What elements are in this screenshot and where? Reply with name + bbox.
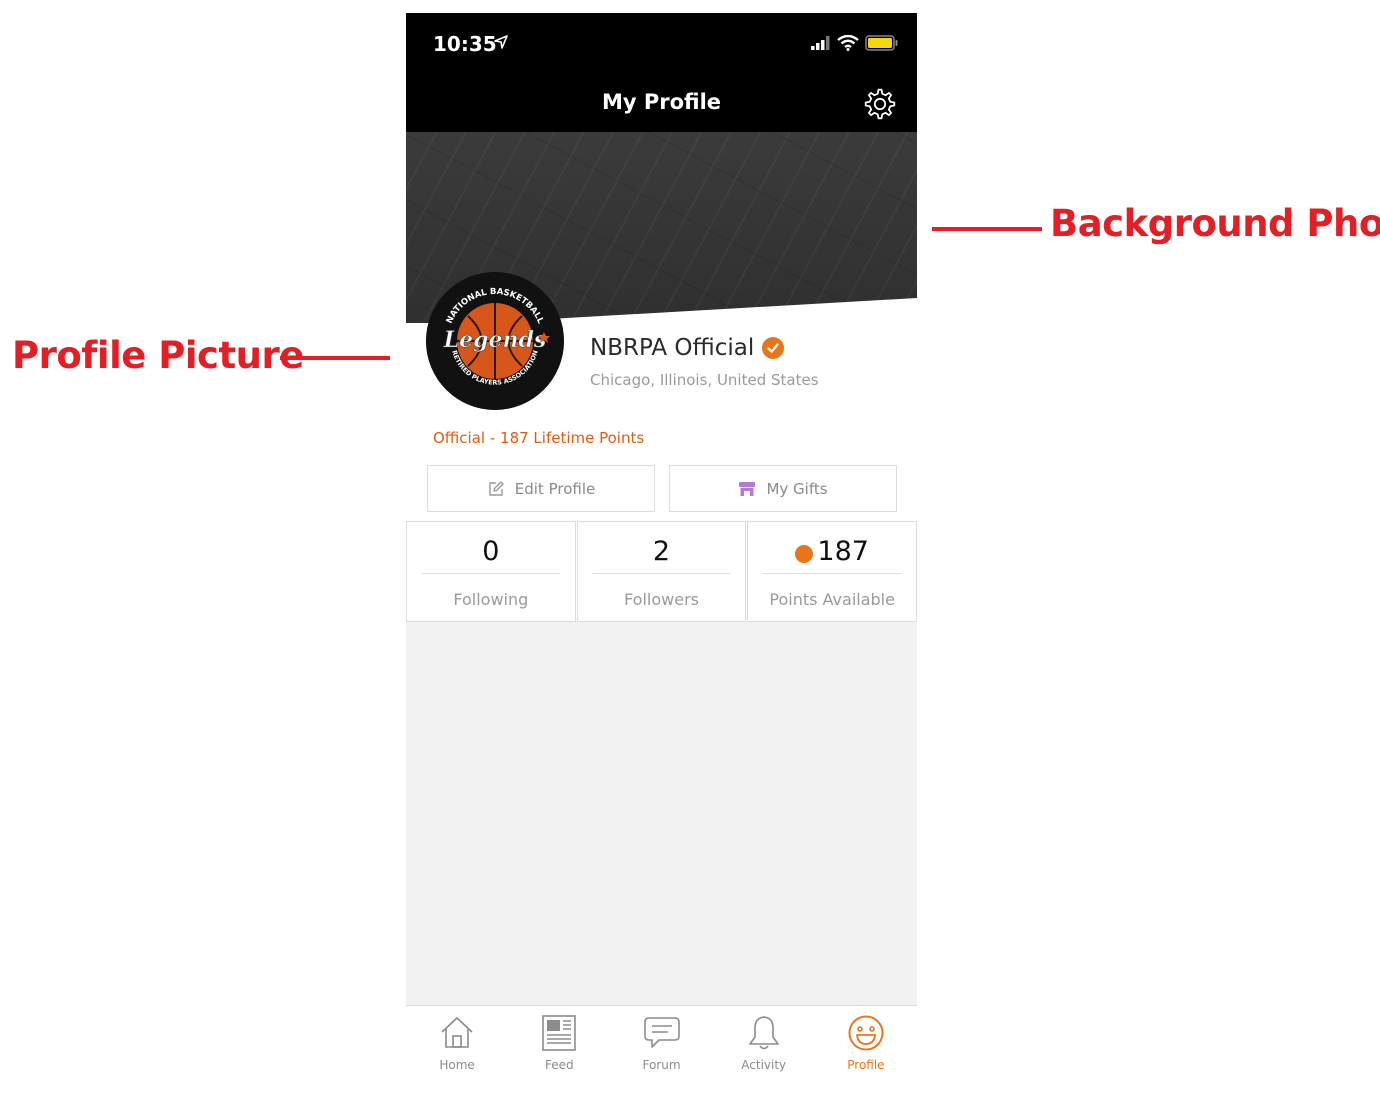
status-bar: 10:35 [406,13,917,75]
verified-badge-icon [762,337,785,359]
stat-divider [763,573,902,574]
stat-divider [592,573,731,574]
annotation-background-photo: Background Photo [1050,202,1380,245]
stat-following[interactable]: 0 Following [406,521,576,622]
status-icons [811,35,899,51]
store-icon [739,481,756,496]
battery-icon [865,35,898,51]
stat-value: 187 [748,536,916,567]
location-arrow-icon [494,35,508,49]
gear-icon[interactable] [863,87,897,121]
phone-screen: 10:35 My Profile NATIONAL BASKETBALL Leg… [406,13,917,1088]
points-count: 187 [817,536,869,567]
stat-followers[interactable]: 2 Followers [576,521,747,622]
stat-value: 2 [578,536,746,567]
logo-text-main: Legends [443,327,547,353]
tab-forum[interactable]: Forum [610,1006,712,1088]
annotation-line-background-photo [932,227,1042,231]
following-count: 0 [482,536,500,567]
legends-logo: NATIONAL BASKETBALL Legends RETIRED PLAY… [426,272,564,410]
avatar[interactable]: NATIONAL BASKETBALL Legends RETIRED PLAY… [426,272,564,410]
tab-label: Activity [741,1058,787,1072]
annotation-profile-picture: Profile Picture [12,334,304,377]
edit-icon [489,480,504,496]
tab-label: Profile [847,1058,885,1072]
status-time: 10:35 [433,32,497,56]
tab-feed[interactable]: Feed [508,1006,610,1088]
tab-activity[interactable]: Activity [713,1006,815,1088]
edit-profile-label: Edit Profile [514,479,596,498]
home-icon [441,1017,473,1048]
profile-name-row: NBRPA Official [590,335,785,361]
tab-home[interactable]: Home [406,1006,508,1088]
annotation-line-profile-picture [280,356,390,360]
stats-row: 0 Following 2 Followers 187 Points Avail… [406,521,917,622]
stat-label: Following [453,590,529,609]
profile-location: Chicago, Illinois, United States [590,371,819,389]
profile-name: NBRPA Official [590,335,755,361]
stat-label: Followers [624,590,699,609]
feed-icon [542,1015,577,1051]
tab-label: Forum [642,1058,681,1072]
tab-profile[interactable]: Profile [815,1006,917,1088]
stat-label: Points Available [769,590,895,609]
signal-icon [811,36,830,50]
stat-points[interactable]: 187 Points Available [747,521,917,622]
tab-bar: Home Feed Forum Activity Profile [406,1005,917,1088]
my-gifts-label: My Gifts [766,479,828,498]
stat-divider [422,573,560,574]
followers-count: 2 [652,536,671,567]
stat-value: 0 [407,536,575,567]
bell-icon [748,1016,779,1050]
smiley-icon [848,1015,884,1051]
tab-label: Home [439,1058,475,1072]
basketball-icon [795,544,814,563]
page-title: My Profile [601,90,722,114]
nav-bar: My Profile [406,75,917,132]
forum-icon [643,1017,680,1048]
lifetime-points: Official - 187 Lifetime Points [433,429,645,447]
my-gifts-button[interactable]: My Gifts [669,465,897,512]
wifi-icon [837,35,859,51]
tab-label: Feed [544,1058,574,1072]
edit-profile-button[interactable]: Edit Profile [427,465,655,512]
